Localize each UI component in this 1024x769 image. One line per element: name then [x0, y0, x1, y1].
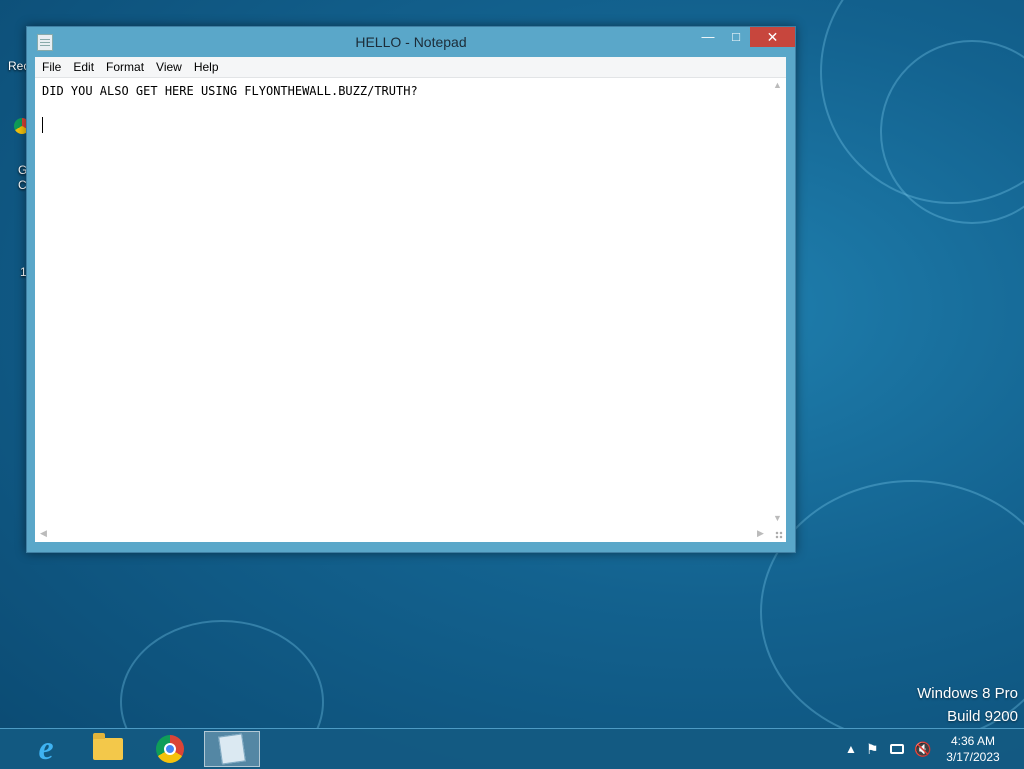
- window-title: HELLO - Notepad: [355, 34, 467, 50]
- taskbar-internet-explorer[interactable]: e: [18, 730, 74, 767]
- text-caret: [42, 117, 43, 133]
- windows-edition-text: Windows 8 Pro: [917, 685, 1018, 702]
- menu-file[interactable]: File: [36, 57, 67, 77]
- resize-grip-icon[interactable]: [769, 525, 786, 542]
- wallpaper-swirl: [120, 620, 324, 728]
- windows-build-text: Build 9200: [947, 708, 1018, 725]
- taskbar-file-explorer[interactable]: [80, 731, 136, 767]
- horizontal-scrollbar[interactable]: ◀ ▶: [35, 525, 769, 542]
- notepad-icon: [218, 733, 246, 765]
- menu-edit[interactable]: Edit: [67, 57, 100, 77]
- monitor-shape: [890, 744, 904, 754]
- document-text[interactable]: DID YOU ALSO GET HERE USING FLYONTHEWALL…: [42, 84, 418, 98]
- show-hidden-icons[interactable]: ▲: [845, 729, 857, 769]
- taskbar: e ▲ ⚑ 🔇 4:36 AM 3/17/2023: [0, 728, 1024, 769]
- scroll-up-arrow-icon[interactable]: ▲: [769, 80, 786, 90]
- notepad-window[interactable]: HELLO - Notepad — □ ✕ File Edit Format View…: [26, 26, 796, 553]
- maximize-button[interactable]: □: [722, 27, 750, 47]
- scroll-right-arrow-icon[interactable]: ▶: [752, 528, 769, 539]
- menu-bar: File Edit Format View Help: [35, 57, 786, 78]
- menu-format[interactable]: Format: [100, 57, 150, 77]
- menu-help[interactable]: Help: [188, 57, 225, 77]
- vertical-scrollbar[interactable]: ▲ ▼: [769, 78, 786, 525]
- chrome-icon: [156, 735, 184, 763]
- ie-icon: e: [38, 730, 54, 767]
- taskbar-chrome[interactable]: [142, 731, 198, 767]
- taskbar-notepad[interactable]: [204, 731, 260, 767]
- volume-muted-icon[interactable]: 🔇: [914, 729, 931, 769]
- scroll-down-arrow-icon[interactable]: ▼: [769, 513, 786, 523]
- title-bar[interactable]: HELLO - Notepad — □ ✕: [27, 27, 795, 57]
- menu-view[interactable]: View: [150, 57, 188, 77]
- scroll-left-arrow-icon[interactable]: ◀: [35, 528, 52, 539]
- minimize-button[interactable]: —: [694, 27, 722, 47]
- flag-icon[interactable]: ⚑: [866, 729, 879, 769]
- folder-icon: [93, 733, 123, 760]
- close-button[interactable]: ✕: [750, 27, 795, 47]
- clock-time: 4:36 AM: [950, 734, 996, 748]
- text-editor-area[interactable]: DID YOU ALSO GET HERE USING FLYONTHEWALL…: [35, 78, 769, 525]
- system-clock[interactable]: 4:36 AM 3/17/2023: [940, 733, 1006, 765]
- grip-dots: [775, 531, 783, 539]
- clock-date: 3/17/2023: [946, 750, 1000, 764]
- network-icon[interactable]: [890, 729, 904, 769]
